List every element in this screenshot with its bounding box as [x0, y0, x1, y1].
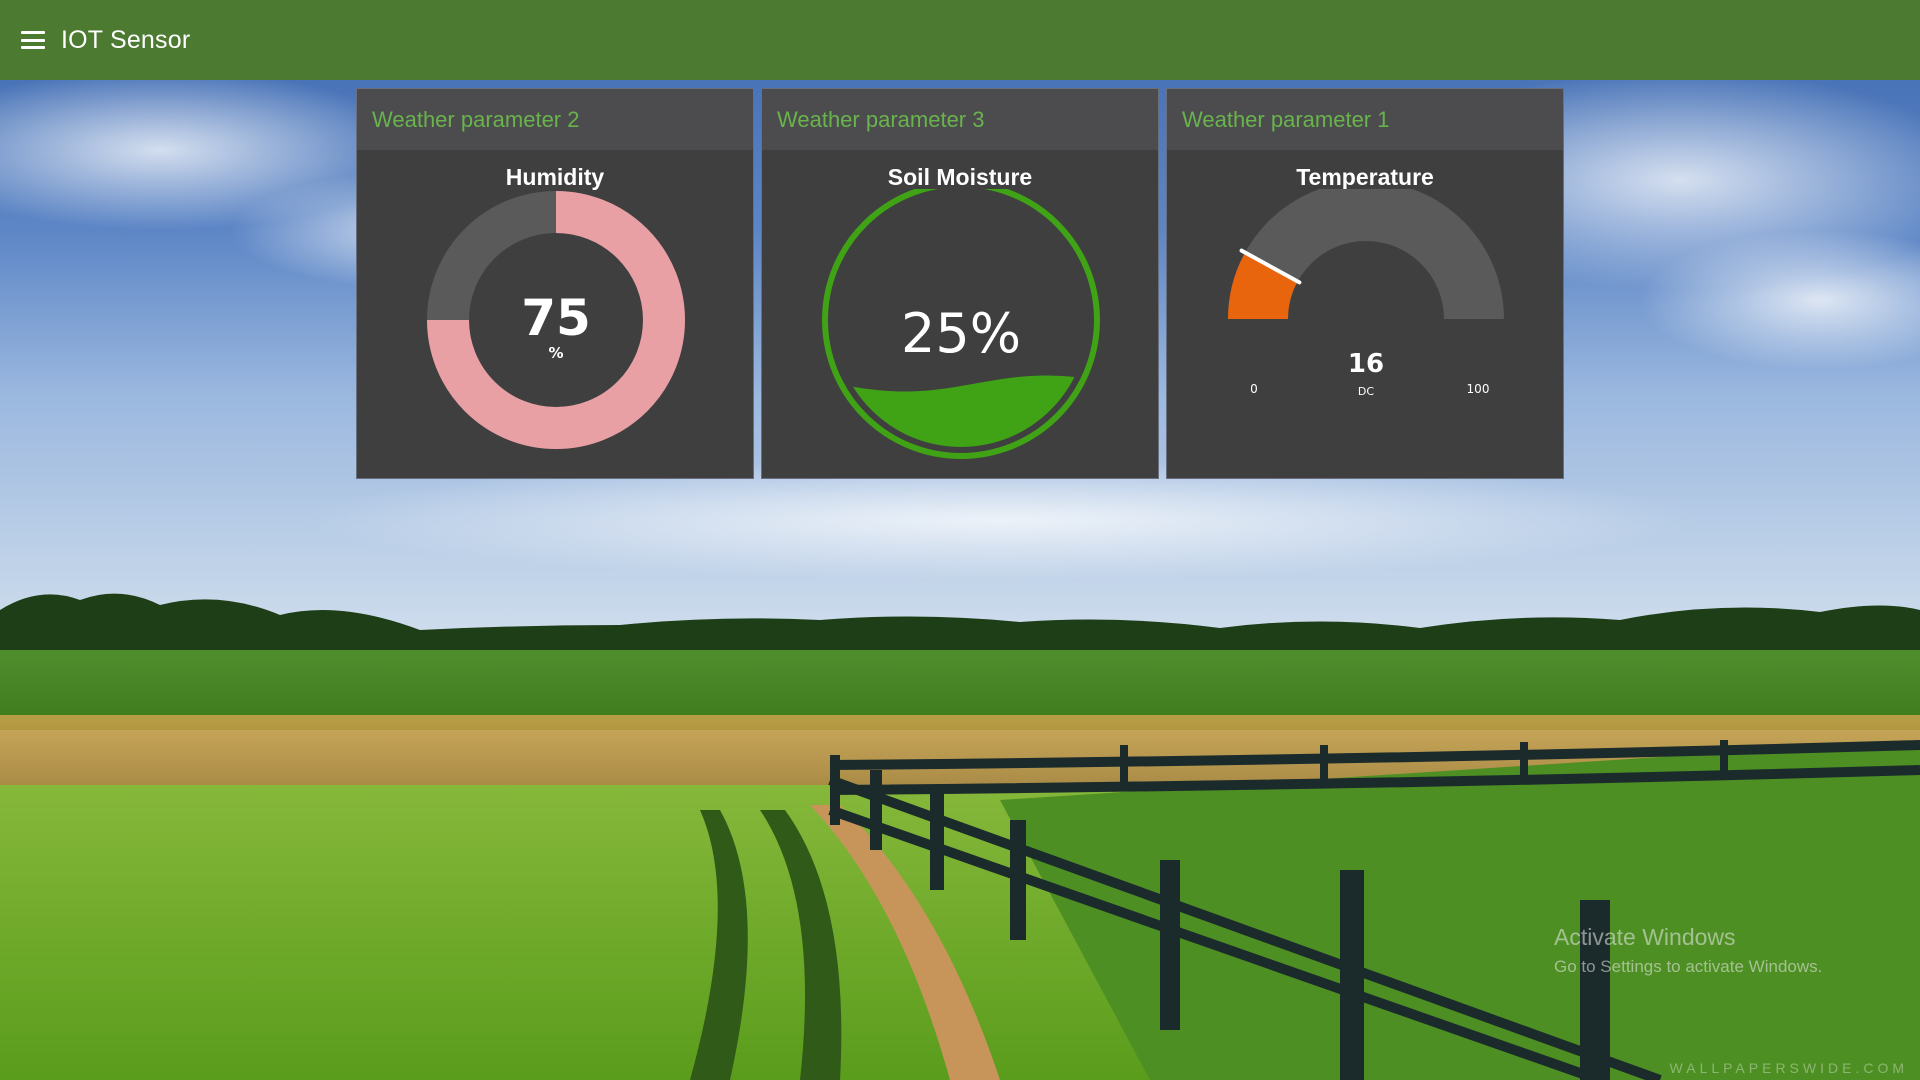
app-title: IOT Sensor	[61, 25, 191, 54]
soil-moisture-value: 25%	[901, 302, 1021, 365]
temperature-card: Weather parameter 1 Temperature 16 DC 0 …	[1166, 88, 1564, 479]
menu-line	[21, 38, 45, 42]
menu-line	[21, 46, 45, 49]
watermark-title: Activate Windows	[1554, 924, 1736, 950]
temperature-value: 16	[1348, 349, 1384, 379]
temperature-gauge-label: Temperature	[1296, 164, 1434, 190]
wallpaper-credit: WALLPAPERSWIDE.COM	[1669, 1060, 1908, 1076]
card-header: Weather parameter 2	[357, 89, 753, 150]
card-header-title: Weather parameter 3	[777, 106, 985, 132]
sensor-cards: Weather parameter 2 Humidity 75 % Weathe…	[356, 88, 1564, 479]
card-header-title: Weather parameter 1	[1182, 106, 1390, 132]
gauge-max-label: 100	[1467, 382, 1490, 396]
hamburger-menu-icon[interactable]	[21, 31, 49, 49]
watermark-subtitle: Go to Settings to activate Windows.	[1554, 957, 1823, 976]
app-toolbar: IOT Sensor	[0, 0, 1920, 80]
humidity-card: Weather parameter 2 Humidity 75 %	[356, 88, 754, 479]
card-header-title: Weather parameter 2	[372, 106, 580, 132]
soil-moisture-card: Weather parameter 3 Soil Moisture 25%	[761, 88, 1159, 479]
temperature-semicircle-gauge: 16 DC 0 100	[1228, 189, 1504, 398]
soil-moisture-liquid-gauge: 25%	[822, 189, 1100, 459]
menu-line	[21, 31, 45, 34]
humidity-value: 75	[521, 289, 591, 347]
temperature-unit: DC	[1358, 385, 1374, 398]
windows-activation-watermark: Activate Windows Go to Settings to activ…	[1554, 924, 1822, 977]
card-header: Weather parameter 3	[762, 89, 1158, 150]
card-header: Weather parameter 1	[1167, 89, 1563, 150]
humidity-donut-gauge: 75 %	[427, 191, 685, 449]
humidity-gauge-label: Humidity	[505, 164, 605, 190]
soil-moisture-gauge-label: Soil Moisture	[887, 164, 1033, 190]
humidity-unit: %	[548, 344, 563, 362]
gauge-min-label: 0	[1250, 382, 1258, 396]
